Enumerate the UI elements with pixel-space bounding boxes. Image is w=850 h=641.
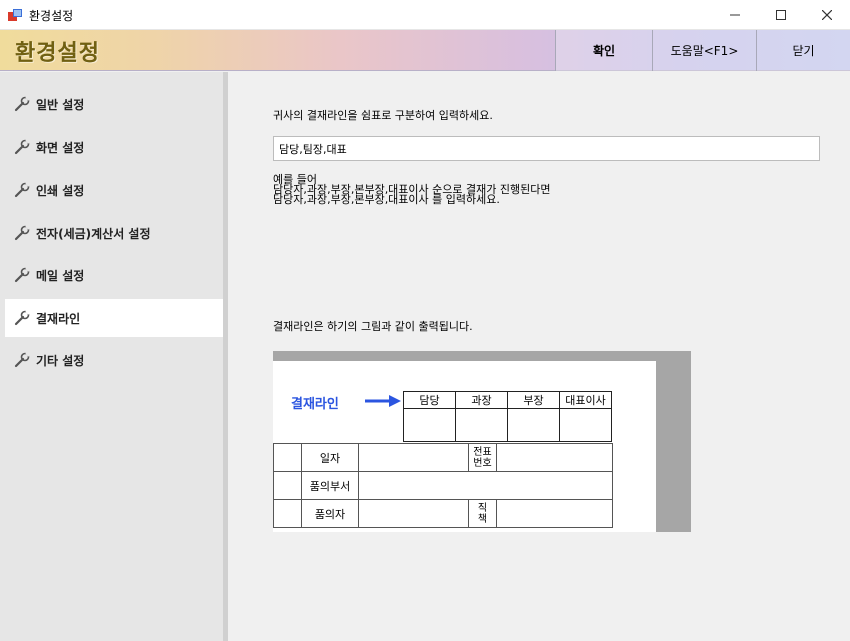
minimize-icon: [730, 14, 740, 16]
help-button[interactable]: 도움말<F1>: [652, 30, 756, 71]
example-text: 예를 들어 담당자,과장,부장,본부장,대표이사 순으로 결재가 진행된다면 담…: [273, 174, 550, 206]
wrench-icon: [14, 267, 30, 283]
form-margin-cell: [273, 499, 302, 528]
form-value: [496, 443, 613, 472]
page-title: 환경설정: [15, 41, 100, 66]
wrench-icon: [14, 96, 30, 112]
wrench-icon: [14, 310, 30, 326]
wrench-icon: [14, 182, 30, 198]
arrow-right-icon: [365, 395, 401, 407]
form-value: [496, 499, 613, 528]
form-label: 품의자: [301, 499, 359, 528]
form-value: [358, 499, 469, 528]
sidebar: 일반 설정 화면 설정 인쇄 설정 전자(세금)계산서 설정 메일 설정 결재라…: [0, 72, 228, 641]
sidebar-item-label: 결재라인: [36, 311, 81, 326]
sidebar-item-label: 전자(세금)계산서 설정: [36, 226, 151, 241]
window-titlebar: 환경설정: [0, 0, 850, 30]
confirm-button[interactable]: 확인: [555, 30, 652, 71]
wrench-icon: [14, 139, 30, 155]
approver-cell: 부장: [507, 391, 560, 409]
approval-line-input[interactable]: [273, 136, 820, 161]
signature-cell: [455, 408, 508, 442]
wrench-icon: [14, 352, 30, 368]
sidebar-item-display[interactable]: 화면 설정: [5, 128, 223, 166]
sidebar-item-general[interactable]: 일반 설정: [5, 85, 223, 123]
sidebar-item-label: 일반 설정: [36, 97, 85, 112]
approver-cell: 과장: [455, 391, 508, 409]
document-form-table: 일자 전표 번호 품의부서 품의자 직 책: [273, 443, 613, 528]
sidebar-item-other[interactable]: 기타 설정: [5, 341, 223, 379]
signature-cell: [559, 408, 612, 442]
wrench-icon: [14, 225, 30, 241]
window-title: 환경설정: [29, 9, 74, 23]
close-button[interactable]: 닫기: [756, 30, 850, 71]
form-label: 전표 번호: [468, 443, 497, 472]
sidebar-item-mail[interactable]: 메일 설정: [5, 256, 223, 294]
app-icon: [8, 9, 22, 21]
sidebar-item-label: 기타 설정: [36, 353, 85, 368]
sidebar-item-label: 인쇄 설정: [36, 183, 85, 198]
example-line: 담당자,과장,부장,본부장,대표이사 를 입력하세요.: [273, 193, 500, 206]
preview-image: 결재라인 담당 과장 부장 대표이사 일자 전표 번호 품의부서 품의자 직 책: [273, 351, 691, 532]
preview-note: 결재라인은 하기의 그림과 같이 출력됩니다.: [273, 320, 473, 333]
form-value: [358, 443, 469, 472]
form-margin-cell: [273, 443, 302, 472]
settings-panel: 귀사의 결재라인을 쉼표로 구분하여 입력하세요. 예를 들어 담당자,과장,부…: [233, 72, 850, 641]
preview-paper: 결재라인 담당 과장 부장 대표이사 일자 전표 번호 품의부서 품의자 직 책: [273, 361, 656, 532]
preview-approval-label: 결재라인: [291, 397, 339, 412]
window-close-button[interactable]: [804, 0, 850, 30]
approver-cell: 담당: [403, 391, 456, 409]
sidebar-item-print[interactable]: 인쇄 설정: [5, 171, 223, 209]
form-label: 직 책: [468, 499, 497, 528]
close-icon: [822, 10, 832, 20]
sidebar-item-label: 메일 설정: [36, 268, 85, 283]
form-margin-cell: [273, 471, 302, 500]
form-label: 일자: [301, 443, 359, 472]
approver-cell: 대표이사: [559, 391, 612, 409]
form-value: [358, 471, 613, 500]
signature-cell: [507, 408, 560, 442]
form-label: 품의부서: [301, 471, 359, 500]
minimize-button[interactable]: [712, 0, 758, 30]
sidebar-item-approval-line[interactable]: 결재라인: [5, 299, 223, 337]
header-banner: 환경설정 확인 도움말<F1> 닫기: [0, 30, 850, 71]
sidebar-item-label: 화면 설정: [36, 140, 85, 155]
maximize-icon: [776, 10, 786, 20]
approval-stamp-table: 담당 과장 부장 대표이사: [403, 391, 612, 442]
sidebar-item-e-invoice[interactable]: 전자(세금)계산서 설정: [5, 214, 223, 252]
signature-cell: [403, 408, 456, 442]
instruction-text: 귀사의 결재라인을 쉼표로 구분하여 입력하세요.: [273, 109, 493, 122]
maximize-button[interactable]: [758, 0, 804, 30]
